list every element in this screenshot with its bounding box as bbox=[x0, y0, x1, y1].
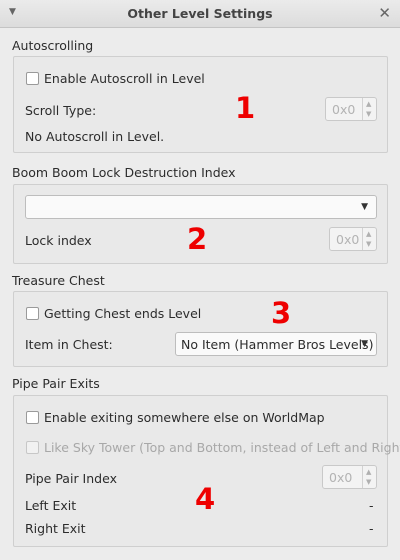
right-exit-value: - bbox=[369, 521, 374, 536]
chest-ends-level-checkbox[interactable] bbox=[26, 307, 39, 320]
lock-index-label: Lock index bbox=[25, 233, 92, 248]
spin-down-icon[interactable]: ▼ bbox=[366, 110, 371, 118]
lock-index-value: 0x0 bbox=[336, 232, 360, 247]
lock-index-spinbox[interactable]: 0x0 ▲ ▼ bbox=[329, 227, 377, 251]
chevron-down-icon[interactable]: ▼ bbox=[361, 202, 368, 212]
autoscroll-section-title: Autoscrolling bbox=[12, 38, 94, 53]
spin-up-icon[interactable]: ▲ bbox=[366, 100, 371, 108]
enable-worldmap-exit-checkbox[interactable] bbox=[26, 411, 39, 424]
enable-worldmap-exit-label[interactable]: Enable exiting somewhere else on WorldMa… bbox=[44, 410, 325, 425]
annotation-marker-1: 1 bbox=[235, 91, 256, 125]
pipe-pair-index-spinbox[interactable]: 0x0 ▲ ▼ bbox=[322, 465, 377, 489]
annotation-marker-4: 4 bbox=[195, 482, 216, 516]
spin-up-icon[interactable]: ▲ bbox=[366, 468, 371, 476]
item-in-chest-value: No Item (Hammer Bros Levels) bbox=[181, 337, 374, 352]
left-exit-value: - bbox=[369, 498, 374, 513]
pipes-section-title: Pipe Pair Exits bbox=[12, 376, 100, 391]
title-bar: ▼ Other Level Settings ✕ bbox=[0, 0, 400, 28]
close-icon[interactable]: ✕ bbox=[378, 4, 391, 22]
spin-arrows[interactable]: ▲ ▼ bbox=[362, 466, 376, 488]
treasure-section-title: Treasure Chest bbox=[12, 273, 105, 288]
enable-autoscroll-checkbox[interactable] bbox=[26, 72, 39, 85]
scroll-type-label: Scroll Type: bbox=[25, 103, 97, 118]
pipe-pair-index-label: Pipe Pair Index bbox=[25, 471, 117, 486]
spin-arrows[interactable]: ▲ ▼ bbox=[362, 98, 376, 120]
scroll-type-spinbox[interactable]: 0x0 ▲ ▼ bbox=[325, 97, 377, 121]
spin-down-icon[interactable]: ▼ bbox=[366, 240, 371, 248]
sky-tower-checkbox[interactable] bbox=[26, 441, 39, 454]
spin-up-icon[interactable]: ▲ bbox=[366, 230, 371, 238]
pipes-group: Enable exiting somewhere else on WorldMa… bbox=[13, 395, 400, 547]
chevron-down-icon[interactable]: ▼ bbox=[361, 339, 368, 349]
item-in-chest-label: Item in Chest: bbox=[25, 337, 113, 352]
pipe-pair-index-value: 0x0 bbox=[329, 470, 353, 485]
sky-tower-label: Like Sky Tower (Top and Bottom, instead … bbox=[44, 440, 400, 455]
item-in-chest-combobox[interactable]: No Item (Hammer Bros Levels) ▼ bbox=[175, 332, 377, 356]
spin-arrows[interactable]: ▲ ▼ bbox=[362, 228, 376, 250]
right-exit-label: Right Exit bbox=[25, 521, 86, 536]
boomboom-section-title: Boom Boom Lock Destruction Index bbox=[12, 165, 236, 180]
enable-autoscroll-label[interactable]: Enable Autoscroll in Level bbox=[44, 71, 205, 86]
annotation-marker-2: 2 bbox=[187, 222, 208, 256]
annotation-marker-3: 3 bbox=[271, 296, 292, 330]
chest-ends-level-label[interactable]: Getting Chest ends Level bbox=[44, 306, 201, 321]
scroll-type-value: 0x0 bbox=[332, 102, 356, 117]
treasure-group: Getting Chest ends Level Item in Chest: … bbox=[13, 291, 388, 367]
autoscroll-group: Enable Autoscroll in Level Scroll Type: … bbox=[13, 56, 388, 153]
autoscroll-status-text: No Autoscroll in Level. bbox=[25, 129, 165, 144]
window-title: Other Level Settings bbox=[127, 6, 273, 21]
left-exit-label: Left Exit bbox=[25, 498, 77, 513]
boomboom-group: ▼ Lock index 0x0 ▲ ▼ 2 bbox=[13, 184, 388, 264]
lock-destruction-combobox[interactable]: ▼ bbox=[25, 195, 377, 219]
spin-down-icon[interactable]: ▼ bbox=[366, 478, 371, 486]
